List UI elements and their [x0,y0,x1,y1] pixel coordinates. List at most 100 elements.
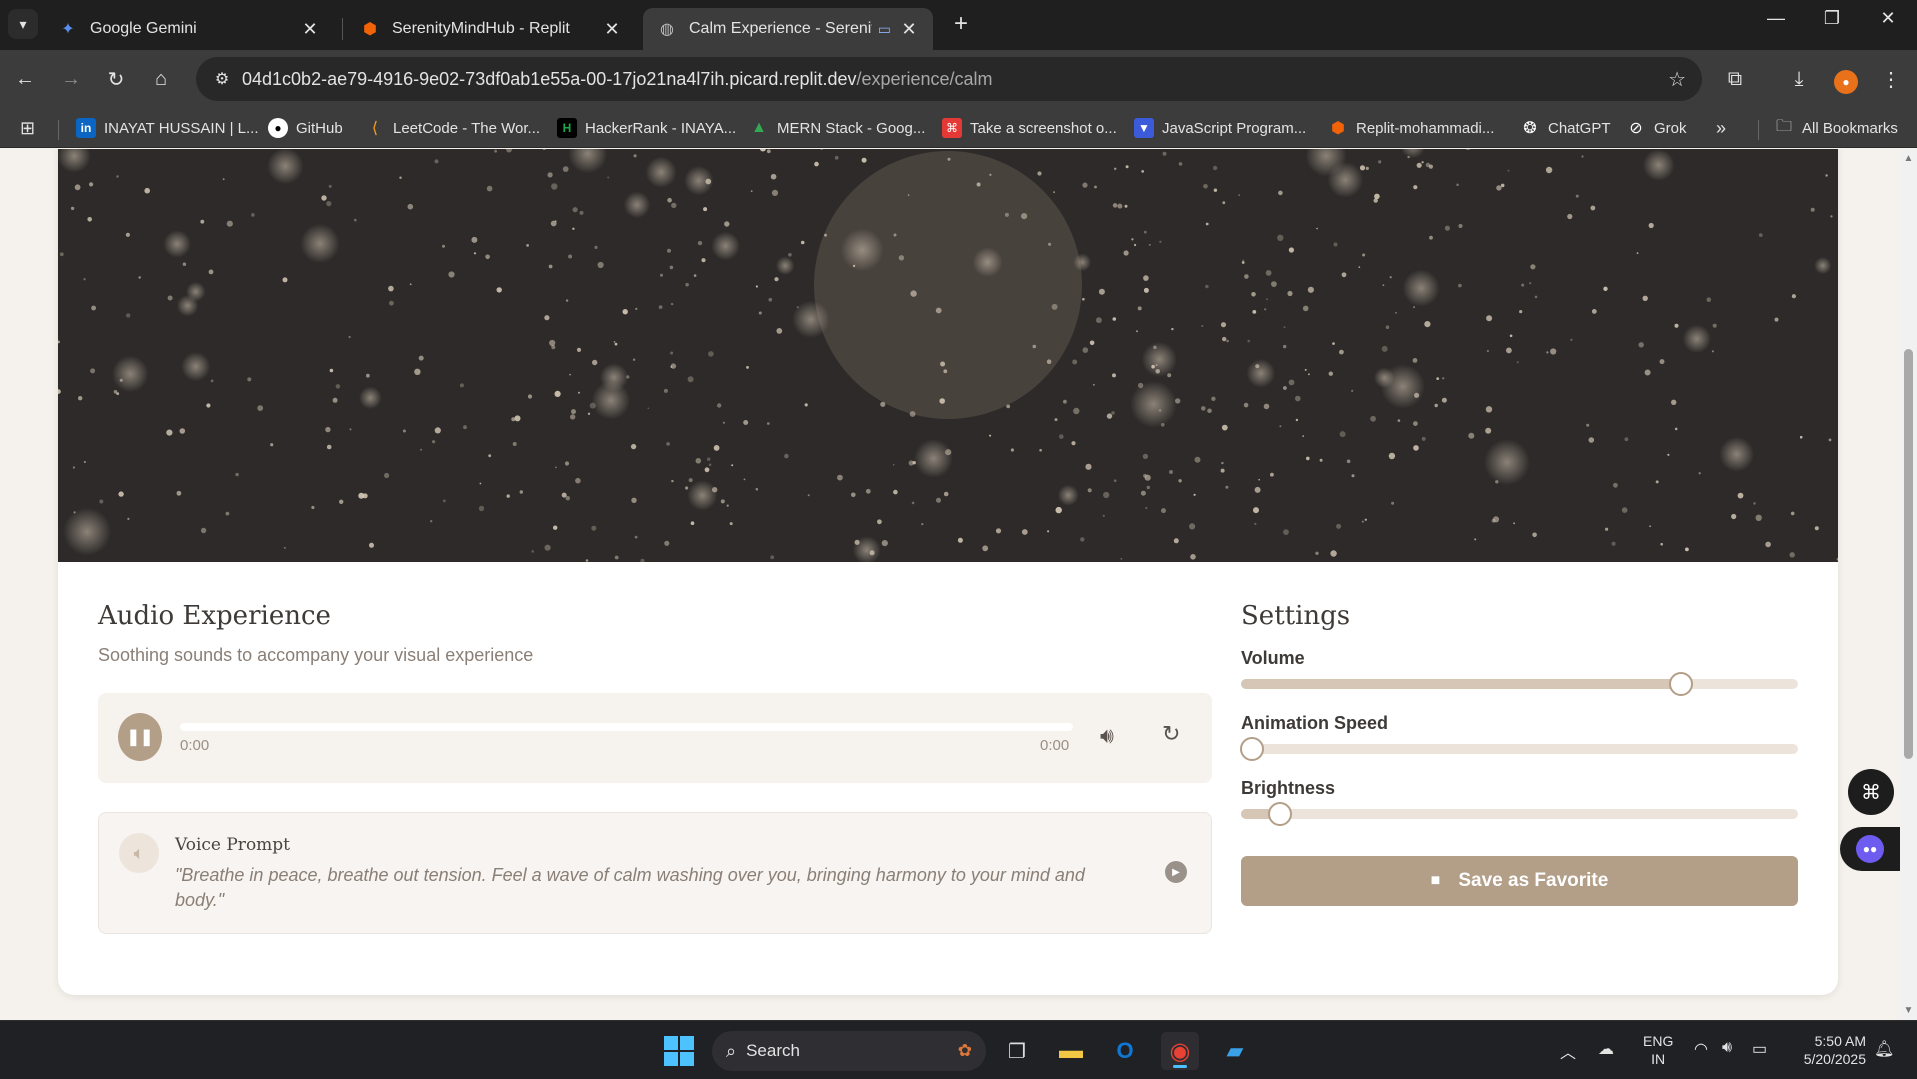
animation-speed-slider[interactable] [1240,737,1798,761]
particle [1051,303,1058,310]
particle [1519,310,1523,314]
volume-icon[interactable]: 🔊︎ [1100,723,1114,749]
reload-icon[interactable]: ↻ [101,64,131,94]
particle [549,339,556,347]
onedrive-icon[interactable]: ☁ [1598,1039,1614,1059]
restore-button[interactable]: ❐ [1812,8,1852,29]
apps-grid-icon[interactable]: ⊞ [20,116,35,140]
tab-google-gemini[interactable]: ✦ Google Gemini ✕ [44,8,334,50]
particle [771,189,779,196]
particle [594,245,598,249]
particle [1307,286,1314,293]
address-bar[interactable]: ⚙ 04d1c0b2-ae79-4916-9e02-73df0ab1e55a-0… [196,57,1702,101]
bookmark-star-icon[interactable]: ☆ [1668,67,1686,92]
taskbar-search[interactable]: ⌕ Search ✿ [712,1031,986,1071]
bookmark-separator [58,120,59,140]
language-indicator[interactable]: ENG IN [1643,1032,1673,1068]
particle [1674,427,1678,431]
particle [1053,191,1055,193]
particle [1444,225,1450,231]
close-icon[interactable]: ✕ [899,19,919,40]
particle [1412,358,1418,363]
wifi-icon[interactable]: ◠ [1694,1039,1708,1059]
all-bookmarks-folder[interactable]: 🗀 All Bookmarks [1774,116,1898,140]
bookmark-leetcode[interactable]: ⟨ LeetCode - The Wor... [365,116,540,140]
assistant-floating-button[interactable]: ●● [1840,827,1900,871]
more-bookmarks-chevron-icon[interactable]: » [1716,116,1726,140]
particle [1545,166,1553,174]
particle [1143,275,1149,281]
notification-icon[interactable]: 🔔︎ [1874,1039,1894,1059]
forward-icon[interactable]: → [56,64,86,94]
download-icon[interactable]: ⤓ [1782,62,1816,96]
speaker-tray-icon[interactable]: 🔊︎ [1722,1039,1732,1057]
outlook-icon[interactable]: O [1106,1032,1144,1070]
audio-progress-bar[interactable] [180,723,1073,731]
bookmark-hackerrank[interactable]: H HackerRank - INAYA... [557,116,736,140]
particle [1021,529,1028,535]
particle [553,525,558,530]
bookmark-mern-stack[interactable]: ▲ MERN Stack - Goog... [749,116,925,140]
extensions-icon[interactable]: ⧉ [1718,62,1752,96]
tab-search-button[interactable]: ▾ [8,9,38,39]
bookmark-javascript[interactable]: ▼ JavaScript Program... [1134,116,1306,140]
save-as-favorite-button[interactable]: ■ Save as Favorite [1241,856,1798,906]
bookmark-github[interactable]: ● GitHub [268,116,343,140]
slider-thumb[interactable] [1240,737,1265,761]
particle [910,290,917,297]
glow-particle [1642,149,1675,181]
close-window-button[interactable]: ✕ [1868,8,1908,29]
particle [695,458,702,464]
particle [634,535,638,539]
system-clock[interactable]: 5:50 AM 5/20/2025 [1794,1032,1866,1068]
bookmark-screenshot[interactable]: ⌘ Take a screenshot o... [942,116,1117,140]
volume-slider[interactable] [1241,672,1798,696]
tab-strip: ▾ ✦ Google Gemini ✕ ⬢ SerenityMindHub - … [0,0,1917,50]
tab-title: SerenityMindHub - Replit [392,20,570,37]
scroll-down-arrow-icon[interactable]: ▼ [1903,1005,1914,1016]
site-info-icon[interactable]: ⚙ [202,69,242,89]
replay-icon[interactable]: ↻ [1162,721,1180,747]
task-view-icon[interactable]: ❐ [998,1032,1036,1070]
photos-icon[interactable]: ▰ [1216,1032,1254,1070]
home-icon[interactable]: ⌂ [146,64,176,94]
apps-floating-icon[interactable]: ⌘ [1848,769,1894,815]
particle [1112,203,1118,208]
start-button[interactable] [660,1032,698,1070]
tab-calm-experience[interactable]: ◍ Calm Experience - Serenity ▭ ✕ [643,8,933,50]
close-icon[interactable]: ✕ [300,19,320,40]
particle [1441,397,1447,403]
scrollbar-thumb[interactable] [1904,349,1913,759]
battery-icon[interactable]: ▭ [1752,1039,1767,1059]
bookmark-chatgpt[interactable]: ❂ ChatGPT [1520,116,1610,140]
play-voice-prompt-icon[interactable]: ▶ [1165,861,1187,883]
particle [947,157,951,161]
new-tab-button[interactable]: + [946,10,976,38]
scroll-up-arrow-icon[interactable]: ▲ [1903,153,1914,164]
particle [1283,344,1287,349]
particle [880,401,886,407]
slider-thumb[interactable] [1669,672,1694,696]
glow-particle [840,228,884,272]
back-icon[interactable]: ← [10,64,40,94]
show-hidden-icons-chevron-icon[interactable]: ︿ [1560,1039,1576,1063]
particle [326,201,332,207]
particle [1271,281,1277,287]
chrome-icon[interactable]: ◉ [1161,1032,1199,1070]
tab-serenitymindhub-replit[interactable]: ⬢ SerenityMindHub - Replit ✕ [346,8,636,50]
bookmark-replit[interactable]: ⬢ Replit-mohammadi... [1328,116,1494,140]
profile-avatar[interactable]: ● [1829,62,1863,96]
particle [1413,306,1415,308]
pause-button[interactable]: ❚❚ [118,713,162,761]
particle [1486,315,1493,322]
bookmark-grok[interactable]: ⊘ Grok [1626,116,1686,140]
particle [125,232,130,237]
menu-icon[interactable]: ⋮ [1874,62,1908,96]
minimize-button[interactable]: — [1756,8,1796,29]
file-explorer-icon[interactable]: ▬ [1052,1032,1090,1070]
slider-thumb[interactable] [1267,802,1292,826]
page-scrollbar[interactable]: ▲ ▼ [1900,149,1917,1020]
brightness-slider[interactable] [1241,802,1798,826]
close-icon[interactable]: ✕ [602,19,622,40]
bookmark-linkedin[interactable]: in INAYAT HUSSAIN | L... [76,116,259,140]
